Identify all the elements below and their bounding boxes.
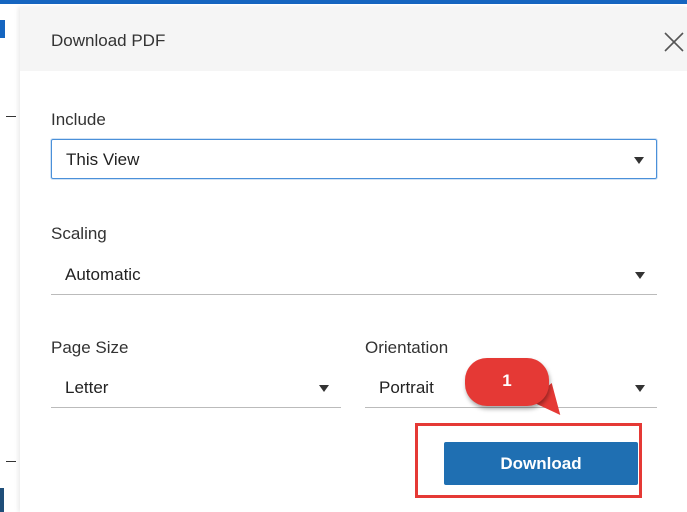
- include-select[interactable]: This View: [51, 139, 657, 179]
- include-select-value: This View: [66, 150, 140, 169]
- left-edge-tick: [6, 116, 16, 117]
- step-number: 1: [502, 371, 512, 390]
- chevron-down-icon: [635, 272, 645, 279]
- close-button[interactable]: [661, 29, 687, 55]
- chevron-down-icon: [319, 385, 329, 392]
- dialog-header: Download PDF: [20, 7, 687, 71]
- download-button[interactable]: Download: [444, 442, 638, 485]
- page-size-label: Page Size: [51, 338, 129, 357]
- left-edge-marker: [0, 488, 4, 512]
- dialog-title: Download PDF: [51, 31, 166, 50]
- page: Download PDF Include This View Scaling A…: [0, 0, 687, 512]
- scaling-select[interactable]: Automatic: [51, 255, 657, 295]
- scaling-label: Scaling: [51, 224, 107, 243]
- page-size-select-value: Letter: [65, 378, 109, 397]
- left-edge-marker: [0, 20, 5, 38]
- chevron-down-icon: [635, 385, 645, 392]
- chevron-down-icon: [634, 157, 644, 164]
- top-accent-line: [0, 0, 687, 4]
- orientation-select-value: Portrait: [379, 378, 434, 397]
- step-callout: 1: [465, 358, 572, 428]
- include-label: Include: [51, 110, 106, 129]
- page-size-select[interactable]: Letter: [51, 368, 341, 408]
- left-edge-tick: [6, 461, 16, 462]
- orientation-label: Orientation: [365, 338, 449, 357]
- close-icon: [664, 32, 684, 52]
- scaling-select-value: Automatic: [65, 265, 141, 284]
